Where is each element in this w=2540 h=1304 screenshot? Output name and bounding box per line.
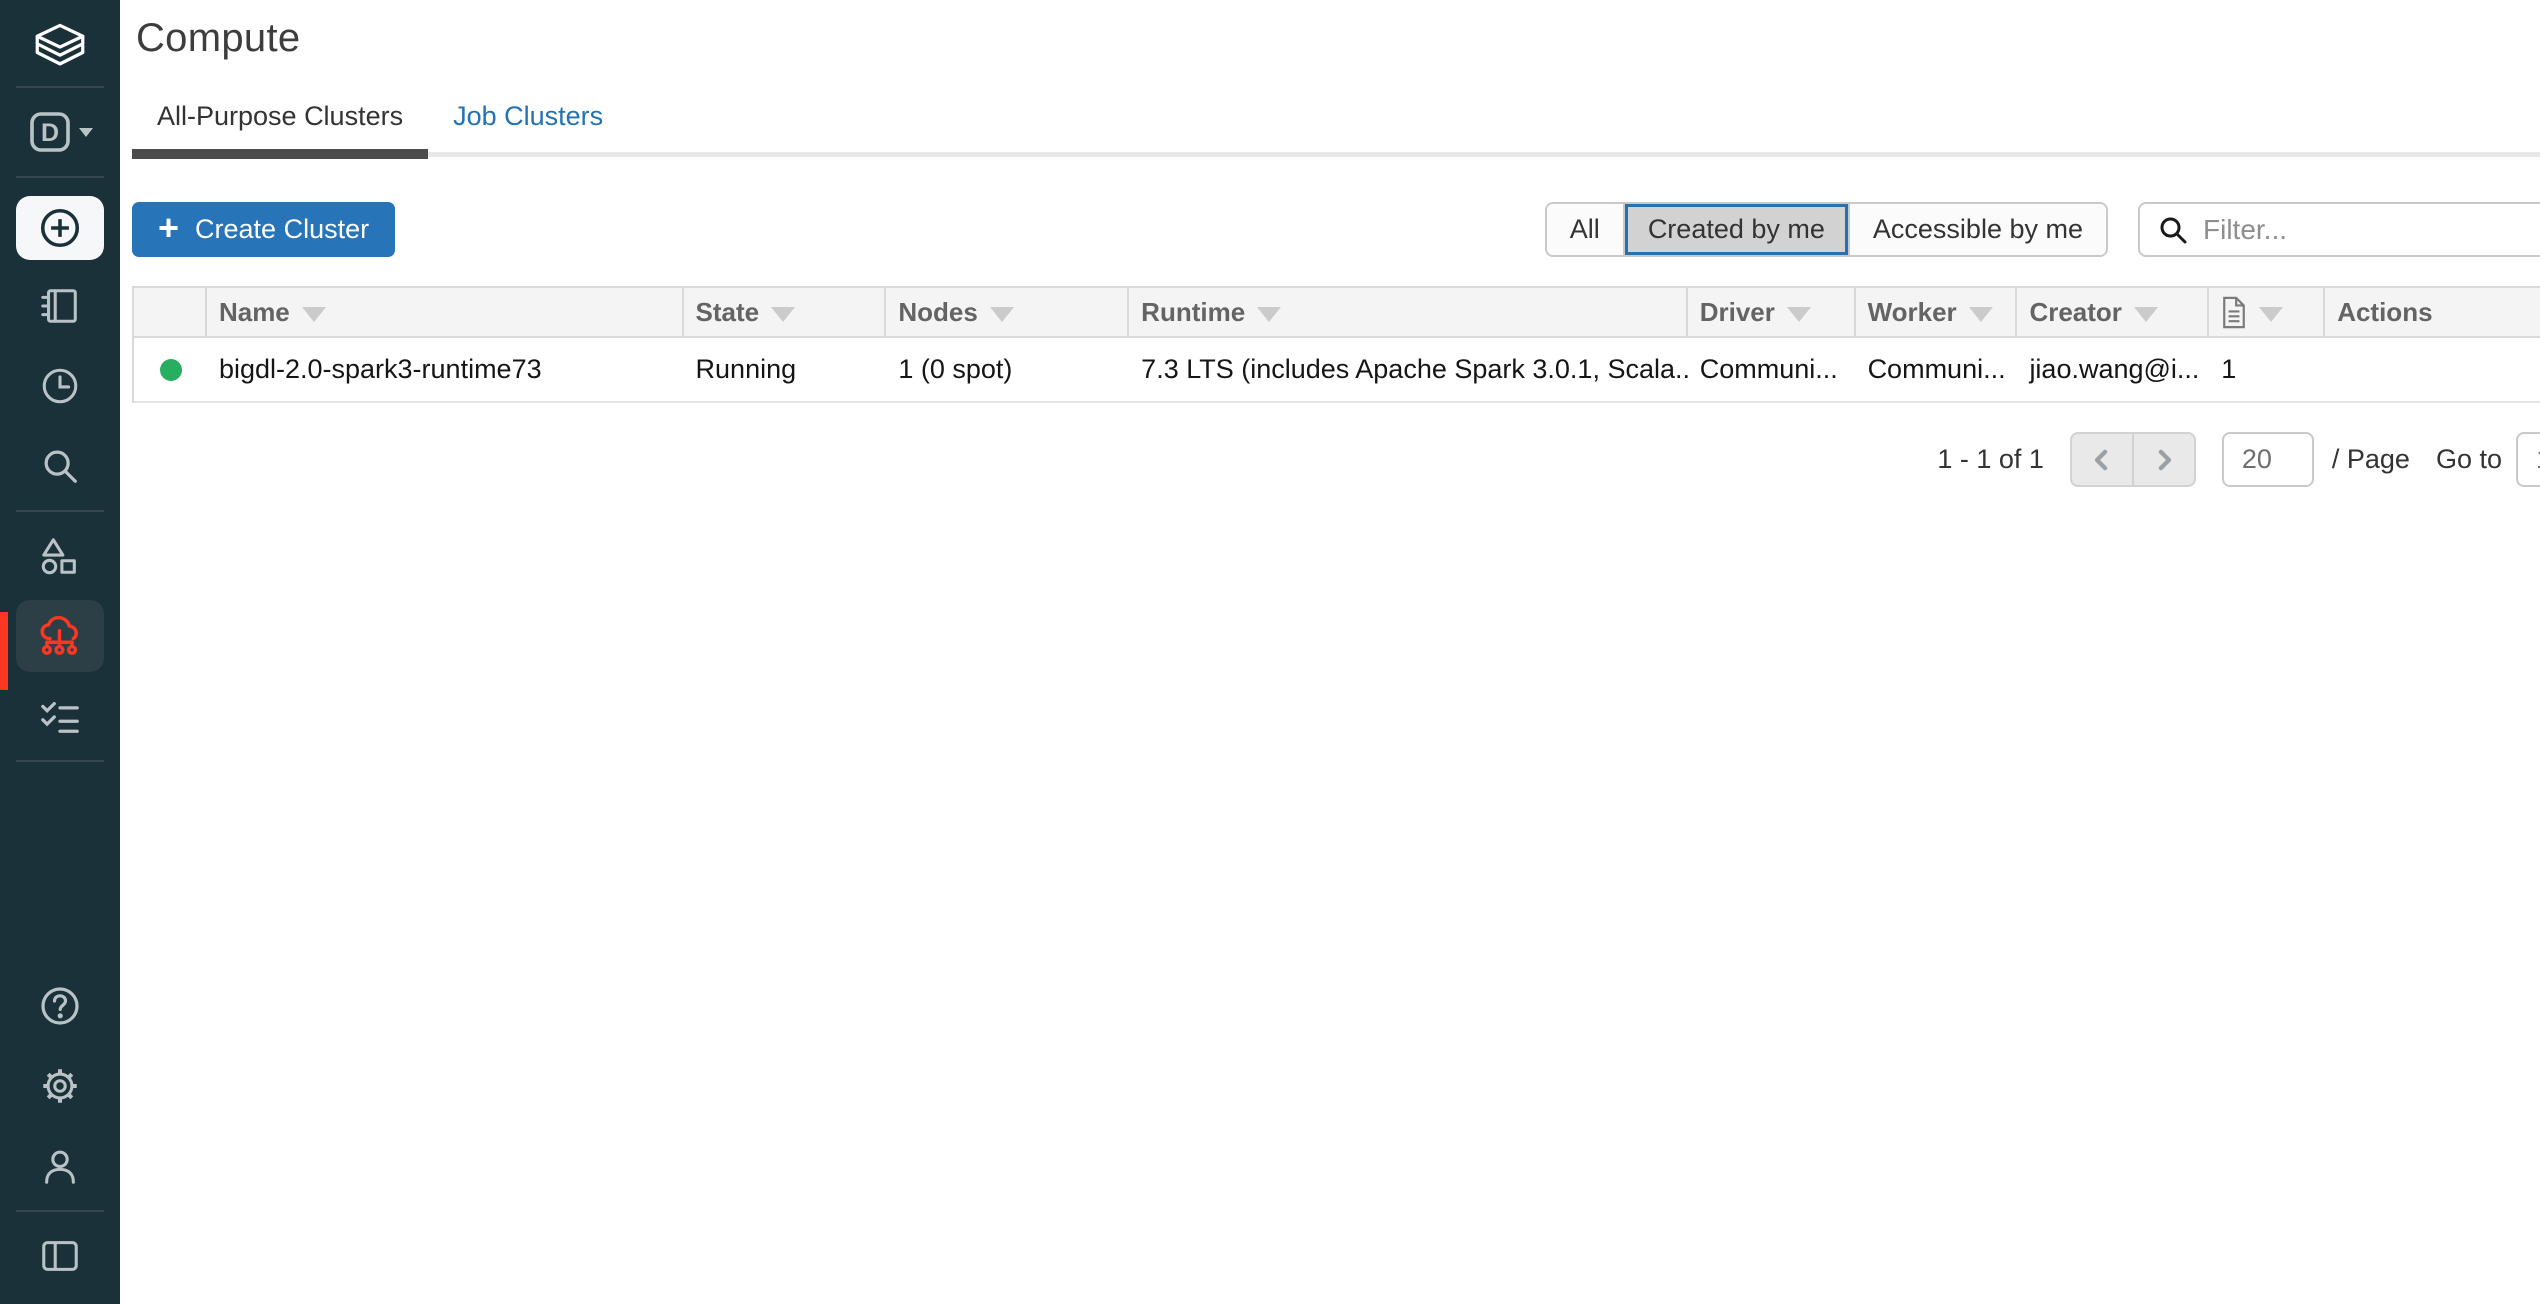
column-header-state[interactable]: State [684, 288, 887, 336]
sidebar-divider [16, 760, 104, 762]
clusters-table: Name State Nodes Runtime Driver [132, 286, 2540, 403]
cluster-cloud-icon [38, 614, 82, 658]
sidebar-item-search[interactable] [16, 430, 104, 502]
plus-circle-icon [37, 205, 83, 251]
cluster-creator-cell: jiao.wang@i... [2017, 338, 2209, 401]
gear-icon [39, 1065, 81, 1107]
chevron-down-icon [79, 128, 93, 137]
sidebar-item-workspace[interactable] [16, 270, 104, 342]
chevron-right-icon [2149, 445, 2179, 475]
sidebar-item-create[interactable] [16, 196, 104, 260]
clock-icon [39, 365, 81, 407]
checklist-icon [39, 695, 81, 737]
column-header-driver[interactable]: Driver [1688, 288, 1856, 336]
cluster-runtime-cell: 7.3 LTS (includes Apache Spark 3.0.1, Sc… [1129, 338, 1688, 401]
sidebar-divider [16, 86, 104, 88]
next-page-button[interactable] [2132, 432, 2196, 487]
collapse-sidebar-button[interactable] [16, 1220, 104, 1292]
filter-search-box [2138, 202, 2540, 257]
toolbar: + Create Cluster All Created by me Acces… [132, 202, 2540, 257]
sidebar: D [0, 0, 120, 1304]
cluster-driver-cell: Communi... [1688, 338, 1856, 401]
column-header-runtime[interactable]: Runtime [1129, 288, 1688, 336]
toolbar-right: All Created by me Accessible by me [1545, 202, 2540, 257]
page-title: Compute [136, 16, 2540, 61]
sort-icon [1969, 307, 1993, 322]
search-icon [2158, 215, 2188, 245]
cluster-nodes-cell: 1 (0 spot) [886, 338, 1129, 401]
sidebar-item-recents[interactable] [16, 350, 104, 422]
sidebar-divider [16, 510, 104, 512]
goto-page-input[interactable] [2516, 432, 2540, 487]
column-header-name[interactable]: Name [207, 288, 684, 336]
sort-icon [1257, 307, 1281, 322]
databricks-logo-icon[interactable] [16, 14, 104, 78]
tab-job-clusters[interactable]: Job Clusters [428, 91, 628, 152]
tab-all-purpose-clusters[interactable]: All-Purpose Clusters [132, 91, 428, 152]
sort-icon [2259, 307, 2283, 322]
search-icon [39, 445, 81, 487]
main-content: Compute All-Purpose Clusters Job Cluster… [120, 0, 2540, 1304]
filter-all-button[interactable]: All [1547, 204, 1623, 255]
create-cluster-button[interactable]: + Create Cluster [132, 202, 395, 257]
sidebar-item-data[interactable] [16, 520, 104, 592]
column-header-notebooks[interactable] [2209, 288, 2325, 336]
filter-accessible-by-me-button[interactable]: Accessible by me [1848, 204, 2106, 255]
sidebar-divider [16, 176, 104, 178]
tab-bar: All-Purpose Clusters Job Clusters [132, 91, 2540, 157]
person-icon [39, 1145, 81, 1187]
sidebar-item-compute[interactable] [16, 600, 104, 672]
panel-icon [39, 1235, 81, 1277]
cluster-actions-cell [2325, 338, 2540, 401]
sort-icon [2134, 307, 2158, 322]
pager-buttons [2070, 432, 2196, 487]
plus-icon: + [158, 210, 179, 246]
sort-icon [771, 307, 795, 322]
previous-page-button[interactable] [2070, 432, 2134, 487]
help-icon [38, 984, 82, 1028]
workspace-switcher[interactable]: D [16, 96, 104, 168]
app-window: D [0, 0, 2540, 1304]
create-cluster-label: Create Cluster [195, 214, 369, 245]
chevron-left-icon [2087, 445, 2117, 475]
column-header-status [134, 288, 207, 336]
sort-icon [990, 307, 1014, 322]
ownership-filter-group: All Created by me Accessible by me [1545, 202, 2108, 257]
shapes-icon [39, 535, 81, 577]
table-header-row: Name State Nodes Runtime Driver [134, 286, 2540, 338]
workspace-d-icon: D [28, 110, 72, 154]
cluster-name-cell[interactable]: bigdl-2.0-spark3-runtime73 [207, 338, 684, 401]
notebook-icon [39, 285, 81, 327]
column-header-actions: Actions [2325, 288, 2540, 336]
running-status-dot [160, 359, 182, 381]
page-size-input[interactable] [2222, 432, 2314, 487]
settings-button[interactable] [16, 1050, 104, 1122]
filter-created-by-me-button[interactable]: Created by me [1623, 204, 1848, 255]
cluster-state-cell: Running [684, 338, 887, 401]
goto-label: Go to [2436, 444, 2502, 475]
document-icon [2221, 296, 2247, 329]
svg-text:D: D [40, 119, 58, 147]
sidebar-item-jobs[interactable] [16, 680, 104, 752]
cluster-notebooks-cell: 1 [2209, 338, 2325, 401]
page-size-suffix: / Page [2332, 444, 2410, 475]
sort-icon [302, 307, 326, 322]
cluster-status-cell [134, 338, 207, 401]
sort-icon [1787, 307, 1811, 322]
filter-input[interactable] [2203, 214, 2540, 246]
account-button[interactable] [16, 1130, 104, 1202]
cluster-worker-cell: Communi... [1856, 338, 2018, 401]
column-header-nodes[interactable]: Nodes [886, 288, 1129, 336]
column-header-worker[interactable]: Worker [1856, 288, 2018, 336]
compute-active-indicator [0, 612, 8, 690]
column-header-creator[interactable]: Creator [2017, 288, 2209, 336]
pagination-range-label: 1 - 1 of 1 [1937, 444, 2044, 475]
table-row[interactable]: bigdl-2.0-spark3-runtime73 Running 1 (0 … [134, 338, 2540, 403]
help-button[interactable] [16, 970, 104, 1042]
pagination: 1 - 1 of 1 / Page Go to [132, 432, 2540, 487]
sidebar-divider [16, 1210, 104, 1212]
